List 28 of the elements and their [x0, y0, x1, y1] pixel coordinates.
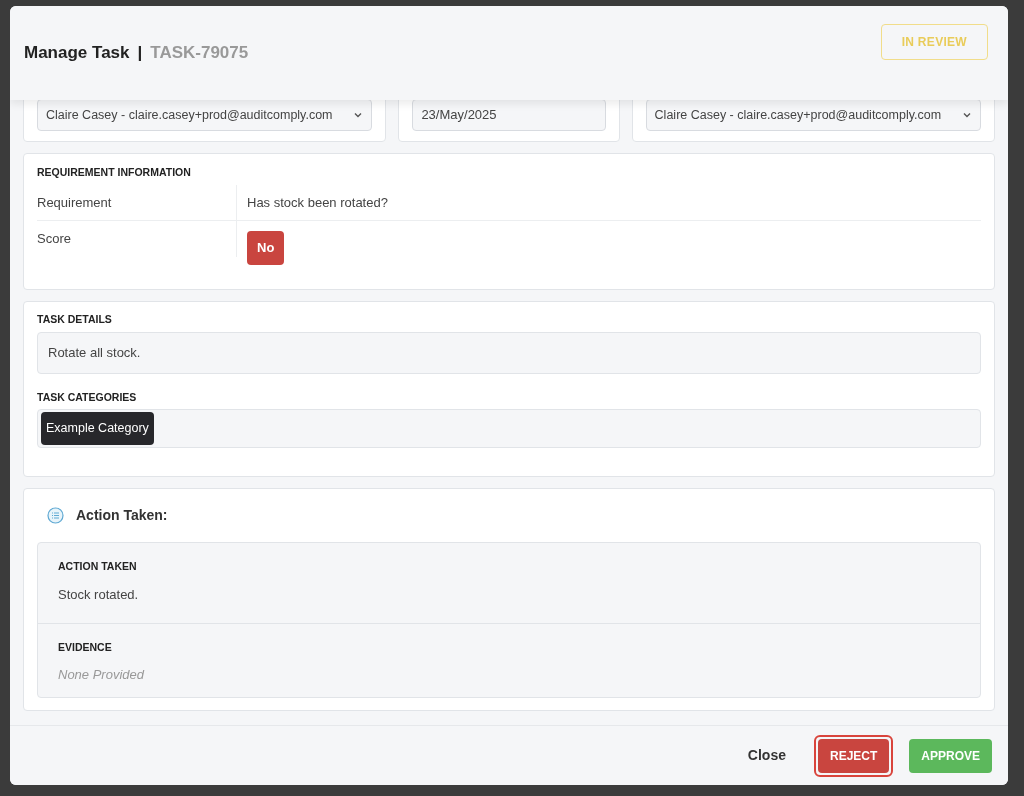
chevron-down-icon	[353, 110, 364, 120]
reject-button[interactable]: REJECT	[813, 734, 894, 777]
category-tag: Example Category	[41, 412, 154, 446]
modal-title: Manage Task	[24, 42, 130, 65]
select-value: Claire Casey - claire.casey+prod@auditcomply.com	[46, 106, 333, 124]
select-field[interactable]: Claire Casey - claire.casey+prod@auditcomply.com	[645, 99, 981, 131]
chevron-down-icon	[962, 110, 972, 120]
title-separator: |	[137, 42, 143, 65]
task-id: TASK-79075	[150, 42, 249, 65]
list-icon	[47, 507, 64, 525]
section-heading: EVIDENCE	[58, 639, 113, 655]
section-heading: TASK CATEGORIES	[37, 389, 138, 405]
section-heading: TASK DETAILS	[37, 311, 113, 327]
task-details-field: Rotate all stock.	[37, 331, 981, 374]
empty-evidence-text: None Provided	[58, 666, 146, 685]
row-label: Requirement	[37, 193, 112, 212]
row-label: Score	[37, 230, 71, 249]
status-badge: IN REVIEW	[880, 24, 988, 60]
select-value: Claire Casey - claire.casey+prod@auditcomply.com	[654, 106, 942, 124]
section-heading: REQUIREMENT INFORMATION	[37, 165, 192, 180]
close-button[interactable]: Close	[731, 734, 802, 777]
select-field[interactable]: Claire Casey - claire.casey+prod@auditcomply.com	[37, 99, 373, 131]
score-badge: No	[247, 231, 285, 265]
section-heading: ACTION TAKEN	[58, 559, 138, 575]
row-value: Has stock been rotated?	[247, 193, 388, 212]
action-title: Action Taken:	[76, 506, 168, 526]
action-text: Stock rotated.	[58, 586, 140, 604]
date-field[interactable]: 23/May/2025	[412, 99, 606, 131]
